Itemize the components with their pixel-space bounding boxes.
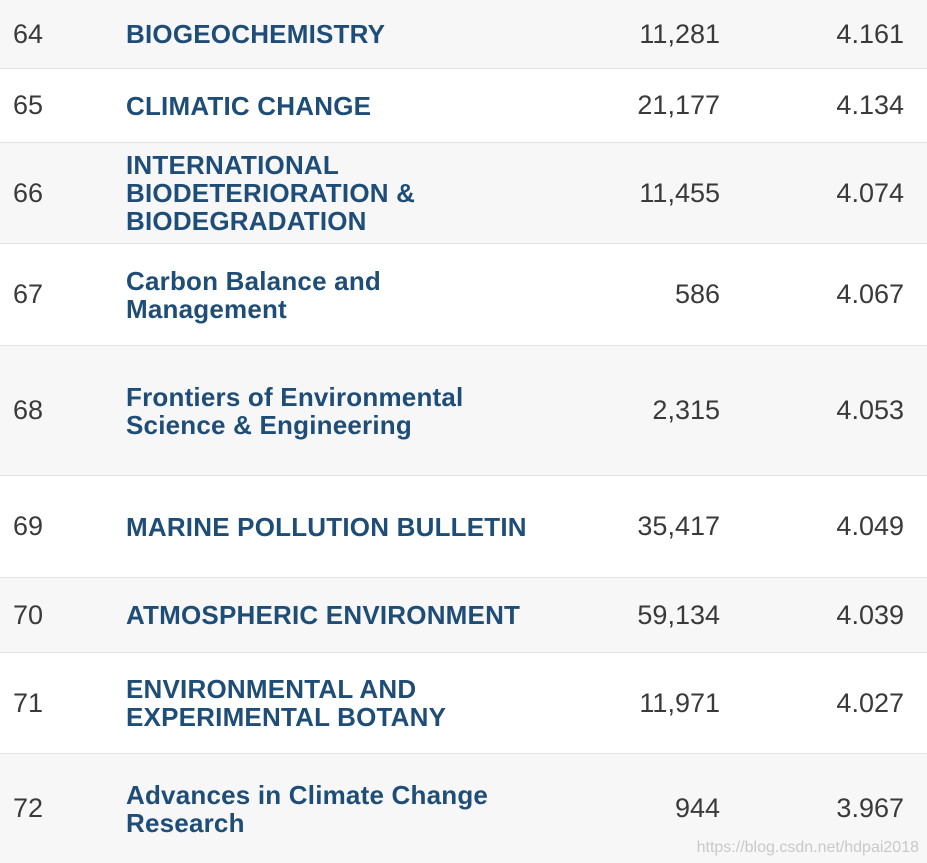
total-cites-cell: 59,134 <box>637 599 720 630</box>
impact-factor-cell: 4.161 <box>836 18 904 49</box>
total-cites-cell: 11,971 <box>639 687 720 718</box>
impact-factor-cell: 4.039 <box>836 599 904 630</box>
table-row: 65 CLIMATIC CHANGE 21,177 4.134 <box>0 69 927 143</box>
impact-factor-cell: 4.027 <box>836 687 904 718</box>
table-row: 70 ATMOSPHERIC ENVIRONMENT 59,134 4.039 <box>0 578 927 653</box>
journal-title-link[interactable]: INTERNATIONAL BIODETERIORATION & BIODEGR… <box>126 151 546 235</box>
total-cites-cell: 944 <box>674 793 720 823</box>
table-row: 66 INTERNATIONAL BIODETERIORATION & BIOD… <box>0 143 927 244</box>
impact-factor-cell: 4.067 <box>836 279 904 309</box>
impact-factor-cell: 4.134 <box>836 90 904 120</box>
total-cites-cell: 35,417 <box>637 511 720 541</box>
journal-title-link[interactable]: ATMOSPHERIC ENVIRONMENT <box>126 601 546 629</box>
journal-title-link[interactable]: Frontiers of Environmental Science & Eng… <box>126 383 546 439</box>
rank-cell: 65 <box>13 90 44 120</box>
rank-cell: 70 <box>13 599 44 630</box>
watermark-text: https://blog.csdn.net/hdpai2018 <box>696 839 919 856</box>
rank-cell: 66 <box>13 177 44 208</box>
rank-cell: 64 <box>13 18 44 49</box>
journal-title-link[interactable]: Advances in Climate Change Research <box>126 781 546 837</box>
journal-title-link[interactable]: ENVIRONMENTAL AND EXPERIMENTAL BOTANY <box>126 675 546 731</box>
table-row: 69 MARINE POLLUTION BULLETIN 35,417 4.04… <box>0 476 927 578</box>
total-cites-cell: 586 <box>674 279 720 309</box>
journal-title-link[interactable]: BIOGEOCHEMISTRY <box>126 20 546 48</box>
journal-title-link[interactable]: MARINE POLLUTION BULLETIN <box>126 513 546 541</box>
table-row: 68 Frontiers of Environmental Science & … <box>0 346 927 476</box>
table-row: 64 BIOGEOCHEMISTRY 11,281 4.161 <box>0 0 927 69</box>
journal-ranking-table: 64 BIOGEOCHEMISTRY 11,281 4.161 65 CLIMA… <box>0 0 927 863</box>
total-cites-cell: 11,281 <box>639 18 720 49</box>
rank-cell: 69 <box>13 511 44 541</box>
rank-cell: 67 <box>13 279 44 309</box>
rank-cell: 71 <box>13 687 44 718</box>
table-row: 67 Carbon Balance and Management 586 4.0… <box>0 244 927 346</box>
total-cites-cell: 11,455 <box>639 177 720 208</box>
total-cites-cell: 21,177 <box>637 90 720 120</box>
impact-factor-cell: 4.049 <box>836 511 904 541</box>
impact-factor-cell: 3.967 <box>836 793 904 823</box>
table-row: 71 ENVIRONMENTAL AND EXPERIMENTAL BOTANY… <box>0 653 927 754</box>
total-cites-cell: 2,315 <box>652 395 720 425</box>
journal-title-link[interactable]: Carbon Balance and Management <box>126 267 546 323</box>
impact-factor-cell: 4.053 <box>836 395 904 425</box>
rank-cell: 72 <box>13 793 44 823</box>
rank-cell: 68 <box>13 395 44 425</box>
impact-factor-cell: 4.074 <box>836 177 904 208</box>
journal-title-link[interactable]: CLIMATIC CHANGE <box>126 92 546 120</box>
